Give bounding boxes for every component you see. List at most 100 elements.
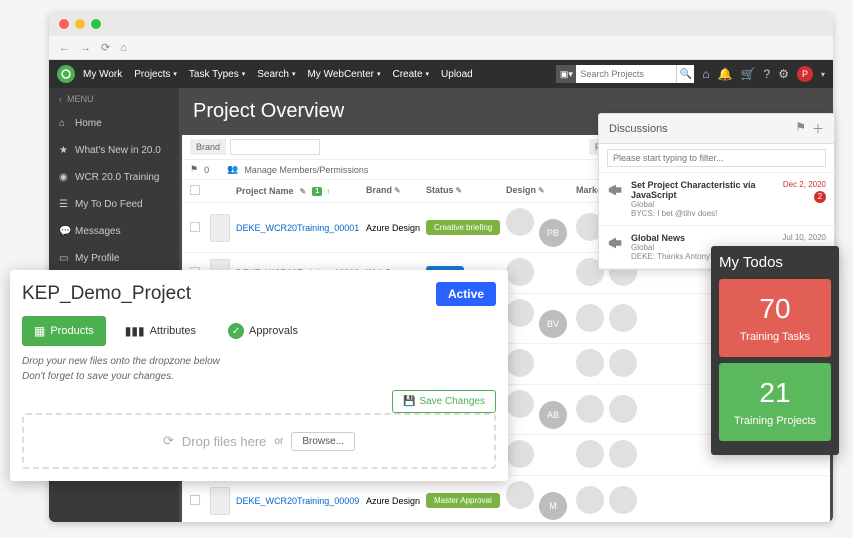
tab-attributes[interactable]: ▮▮▮Attributes xyxy=(112,316,209,346)
discussion-date: Jul 10, 2020 xyxy=(782,233,826,242)
col-design[interactable]: Design✎ xyxy=(506,185,576,197)
discussion-item[interactable]: Set Project Characteristic via JavaScrip… xyxy=(599,173,834,226)
todo-tile[interactable]: 21Training Projects xyxy=(719,363,831,441)
members-icon: 👥 xyxy=(227,164,238,175)
avatar[interactable] xyxy=(609,395,637,423)
todo-tile[interactable]: 70Training Tasks xyxy=(719,279,831,357)
nav-search[interactable]: Search▾ xyxy=(257,69,295,80)
avatar[interactable] xyxy=(609,486,637,514)
reload-icon[interactable]: ⟳ xyxy=(101,41,110,54)
nav-mywork[interactable]: My Work xyxy=(83,69,122,80)
profile-icon: ▭ xyxy=(59,253,69,264)
col-status[interactable]: Status✎ xyxy=(426,185,506,197)
project-title: KEP_Demo_Project xyxy=(22,283,191,305)
nav-home-icon[interactable]: ⌂ xyxy=(702,67,709,81)
tab-approvals[interactable]: ✓Approvals xyxy=(215,316,311,346)
filter-icon[interactable]: ⚑ xyxy=(795,120,806,137)
back-icon[interactable]: ← xyxy=(59,42,70,54)
status-badge: Creative briefing xyxy=(426,220,500,235)
home-icon: ⌂ xyxy=(59,118,69,129)
tab-products[interactable]: ▦Products xyxy=(22,316,106,346)
user-menu-caret[interactable]: ▾ xyxy=(821,70,825,79)
avatar[interactable] xyxy=(609,440,637,468)
nav-mywebcenter[interactable]: My WebCenter▾ xyxy=(307,69,380,80)
project-link[interactable]: DEKE_WCR20Training_00001 xyxy=(236,223,359,233)
search-scope[interactable]: ▣▾ xyxy=(556,65,576,83)
star-icon: ★ xyxy=(59,145,69,156)
project-link[interactable]: DEKE_WCR20Training_00009 xyxy=(236,496,359,506)
avatar[interactable] xyxy=(609,304,637,332)
avatar[interactable] xyxy=(506,349,534,377)
col-brand[interactable]: Brand✎ xyxy=(366,185,426,197)
select-all-checkbox[interactable] xyxy=(190,185,200,195)
sidebar-item-messages[interactable]: 💬Messages xyxy=(49,218,179,245)
hint-text: Drop your new files onto the dropzone be… xyxy=(22,354,496,384)
discussion-title: Set Project Characteristic via JavaScrip… xyxy=(631,180,777,200)
avatar[interactable] xyxy=(506,299,534,327)
flag-icon[interactable]: ⚑ xyxy=(190,164,198,175)
app-logo[interactable] xyxy=(57,65,75,83)
table-row[interactable]: DEKE_WCR20Training_00009 Azure Design Ma… xyxy=(182,476,830,522)
sort-indicator: 1 xyxy=(312,187,322,196)
avatar[interactable] xyxy=(506,258,534,286)
browser-toolbar: ← → ⟳ ⌂ xyxy=(49,36,833,60)
edit-icon: ✎ xyxy=(456,186,463,195)
avatar[interactable] xyxy=(576,304,604,332)
sidebar-item-training[interactable]: ◉WCR 20.0 Training xyxy=(49,164,179,191)
nav-upload[interactable]: Upload xyxy=(441,69,473,80)
help-icon[interactable]: ? xyxy=(764,67,771,81)
row-checkbox[interactable] xyxy=(190,495,200,505)
search-input[interactable] xyxy=(576,69,676,79)
home-icon[interactable]: ⌂ xyxy=(120,42,127,54)
user-avatar[interactable]: P xyxy=(797,66,813,82)
megaphone-icon xyxy=(607,181,625,199)
check-icon: ✓ xyxy=(228,323,244,339)
notifications-icon[interactable]: 🔔 xyxy=(718,67,733,81)
sidebar-item-profile[interactable]: ▭My Profile xyxy=(49,245,179,272)
avatar[interactable]: PB xyxy=(539,219,567,247)
avatar[interactable] xyxy=(576,349,604,377)
discussion-message: BYCS: I bet @tihv does! xyxy=(631,209,777,218)
save-changes-button[interactable]: 💾Save Changes xyxy=(392,390,496,413)
nav-create[interactable]: Create▾ xyxy=(393,69,430,80)
avatar[interactable] xyxy=(506,208,534,236)
drop-label: Drop files here xyxy=(182,434,267,449)
min-dot[interactable] xyxy=(75,19,85,29)
avatar[interactable]: BV xyxy=(539,310,567,338)
avatar[interactable] xyxy=(576,395,604,423)
avatar[interactable] xyxy=(576,440,604,468)
row-checkbox[interactable] xyxy=(190,222,200,232)
avatar[interactable] xyxy=(506,390,534,418)
manage-members-link[interactable]: Manage Members/Permissions xyxy=(244,165,368,175)
sidebar-item-todo[interactable]: ☰My To Do Feed xyxy=(49,191,179,218)
nav-tasktypes[interactable]: Task Types▾ xyxy=(189,69,245,80)
add-discussion-icon[interactable]: ＋ xyxy=(812,120,824,137)
upload-icon: ⟳ xyxy=(163,433,174,449)
close-dot[interactable] xyxy=(59,19,69,29)
search-icon[interactable]: 🔍 xyxy=(676,65,694,83)
col-project[interactable]: Project Name✎1↑ xyxy=(236,185,366,197)
avatar[interactable] xyxy=(576,486,604,514)
brand-label: Brand xyxy=(190,139,226,155)
sidebar-item-home[interactable]: ⌂Home xyxy=(49,110,179,137)
avatar[interactable] xyxy=(609,349,637,377)
gear-icon[interactable]: ⚙ xyxy=(778,67,789,81)
project-status-pill: Active xyxy=(436,282,496,306)
box-icon: ▦ xyxy=(34,324,45,338)
nav-projects[interactable]: Projects▾ xyxy=(134,69,177,80)
sidebar-item-whatsnew[interactable]: ★What's New in 20.0 xyxy=(49,137,179,164)
browse-button[interactable]: Browse... xyxy=(291,432,355,451)
discussion-date: Dec 2, 2020 xyxy=(783,180,826,189)
avatar[interactable]: M xyxy=(539,492,567,520)
avatar[interactable]: AB xyxy=(539,401,567,429)
avatar[interactable] xyxy=(506,440,534,468)
cart-icon[interactable]: 🛒 xyxy=(741,67,756,81)
avatar[interactable] xyxy=(506,481,534,509)
top-nav: My Work Projects▾ Task Types▾ Search▾ My… xyxy=(49,60,833,88)
forward-icon[interactable]: → xyxy=(80,42,91,54)
file-dropzone[interactable]: ⟳ Drop files here or Browse... xyxy=(22,413,496,469)
brand-filter-input[interactable] xyxy=(230,139,320,155)
discussion-filter-input[interactable] xyxy=(607,149,826,167)
sidebar-menu-header[interactable]: ‹MENU xyxy=(49,88,179,110)
max-dot[interactable] xyxy=(91,19,101,29)
